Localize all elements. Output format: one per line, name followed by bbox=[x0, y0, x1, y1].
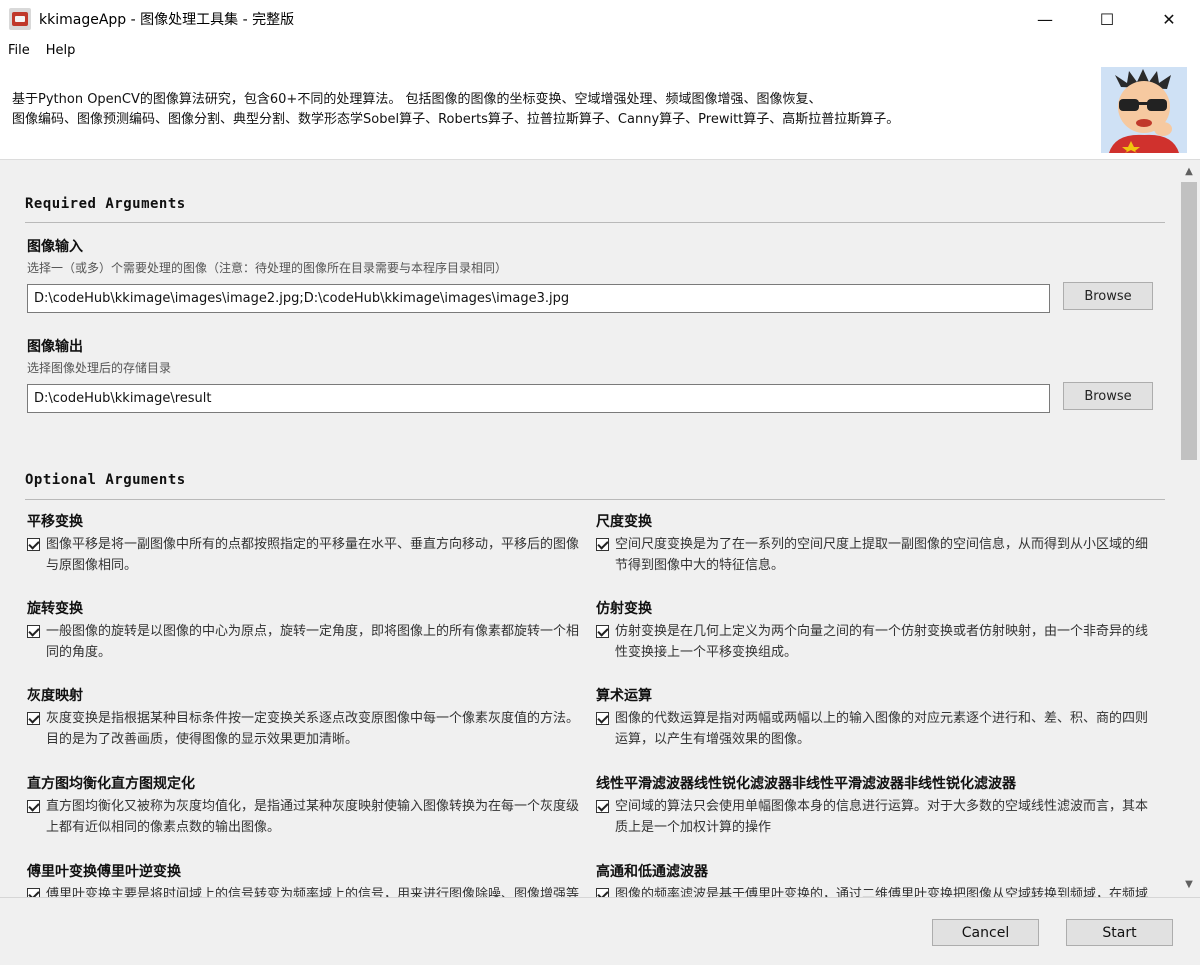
option-histogram: 直方图均衡化直方图规定化 直方图均衡化又被称为灰度均值化，是指通过某种灰度映射使… bbox=[27, 774, 582, 838]
optional-section-title: Optional Arguments bbox=[25, 472, 186, 488]
maximize-icon: ☐ bbox=[1099, 9, 1115, 29]
scroll-down-icon[interactable]: ▼ bbox=[1183, 879, 1195, 891]
app-icon bbox=[9, 8, 31, 30]
maximize-button[interactable]: ☐ bbox=[1076, 0, 1138, 38]
menu-file[interactable]: File bbox=[0, 43, 38, 58]
option-title: 算术运算 bbox=[596, 688, 652, 704]
minimize-button[interactable]: — bbox=[1014, 0, 1076, 38]
scrollbar-thumb[interactable] bbox=[1181, 182, 1197, 460]
option-checkbox[interactable] bbox=[596, 888, 609, 897]
option-description: 傅里叶变换主要是将时间域上的信号转变为频率域上的信号，用来进行图像除噪、图像增强… bbox=[46, 887, 580, 897]
option-rotate: 旋转变换 一般图像的旋转是以图像的中心为原点，旋转一定角度，即将图像上的所有像素… bbox=[27, 599, 582, 663]
option-description: 仿射变换是在几何上定义为两个向量之间的有一个仿射变换或者仿射映射，由一个非奇异的… bbox=[615, 624, 1149, 660]
option-title: 直方图均衡化直方图规定化 bbox=[27, 776, 195, 792]
option-title: 傅里叶变换傅里叶逆变换 bbox=[27, 864, 181, 880]
scroll-up-icon[interactable]: ▲ bbox=[1183, 166, 1195, 178]
option-scale: 尺度变换 空间尺度变换是为了在一系列的空间尺度上提取一副图像的空间信息，从而得到… bbox=[596, 512, 1151, 576]
option-checkbox[interactable] bbox=[27, 888, 40, 897]
option-checkbox[interactable] bbox=[596, 625, 609, 638]
browse-output-button[interactable]: Browse bbox=[1063, 382, 1153, 410]
avatar bbox=[1101, 67, 1187, 153]
option-checkbox[interactable] bbox=[27, 712, 40, 725]
menu-bar: File Help bbox=[0, 38, 1200, 62]
option-description: 一般图像的旋转是以图像的中心为原点，旋转一定角度，即将图像上的所有像素都旋转一个… bbox=[46, 624, 580, 660]
browse-input-button[interactable]: Browse bbox=[1063, 282, 1153, 310]
option-checkbox[interactable] bbox=[596, 538, 609, 551]
required-divider bbox=[25, 222, 1165, 223]
option-checkbox[interactable] bbox=[27, 625, 40, 638]
close-icon: ✕ bbox=[1162, 9, 1176, 29]
option-description: 图像的频率滤波是基于傅里叶变换的，通过二维傅里叶变换把图像从空域转换到频域，在频… bbox=[615, 887, 1149, 897]
footer-bar: Cancel Start bbox=[0, 897, 1200, 965]
image-output-field[interactable] bbox=[27, 384, 1050, 413]
window-title: kkimageApp - 图像处理工具集 - 完整版 bbox=[39, 12, 295, 28]
menu-help[interactable]: Help bbox=[38, 43, 84, 58]
description-line-2: 图像编码、图像预测编码、图像分割、典型分割、数学形态学Sobel算子、Rober… bbox=[12, 112, 900, 127]
window-controls: — ☐ ✕ bbox=[1014, 0, 1200, 38]
form-area: Required Arguments 图像输入 选择一（或多）个需要处理的图像（… bbox=[0, 160, 1200, 897]
input-label: 图像输入 bbox=[27, 239, 83, 255]
option-gray-mapping: 灰度映射 灰度变换是指根据某种目标条件按一定变换关系逐点改变原图像中每一个像素灰… bbox=[27, 686, 582, 750]
input-help: 选择一（或多）个需要处理的图像（注意：待处理的图像所在目录需要与本程序目录相同） bbox=[27, 261, 508, 275]
cancel-button[interactable]: Cancel bbox=[932, 919, 1039, 946]
option-title: 灰度映射 bbox=[27, 688, 83, 704]
output-label: 图像输出 bbox=[27, 339, 83, 355]
header-panel: 基于Python OpenCV的图像算法研究，包含60+不同的处理算法。 包括图… bbox=[0, 62, 1200, 160]
option-title: 线性平滑滤波器线性锐化滤波器非线性平滑滤波器非线性锐化滤波器 bbox=[596, 776, 1016, 792]
vertical-scrollbar[interactable]: ▲ ▼ bbox=[1178, 160, 1200, 897]
option-checkbox[interactable] bbox=[596, 800, 609, 813]
form-content: Required Arguments 图像输入 选择一（或多）个需要处理的图像（… bbox=[0, 160, 1178, 897]
option-translate: 平移变换 图像平移是将一副图像中所有的点都按照指定的平移量在水平、垂直方向移动，… bbox=[27, 512, 582, 576]
app-description: 基于Python OpenCV的图像算法研究，包含60+不同的处理算法。 包括图… bbox=[12, 90, 1072, 130]
required-section-title: Required Arguments bbox=[25, 196, 186, 212]
option-spatial-filters: 线性平滑滤波器线性锐化滤波器非线性平滑滤波器非线性锐化滤波器 空间域的算法只会使… bbox=[596, 774, 1151, 838]
option-description: 灰度变换是指根据某种目标条件按一定变换关系逐点改变原图像中每一个像素灰度值的方法… bbox=[46, 711, 580, 747]
option-frequency-filters: 高通和低通滤波器 图像的频率滤波是基于傅里叶变换的，通过二维傅里叶变换把图像从空… bbox=[596, 862, 1151, 897]
option-fourier: 傅里叶变换傅里叶逆变换 傅里叶变换主要是将时间域上的信号转变为频率域上的信号，用… bbox=[27, 862, 582, 897]
option-description: 空间域的算法只会使用单幅图像本身的信息进行运算。对于大多数的空域线性滤波而言，其… bbox=[615, 799, 1149, 835]
option-description: 空间尺度变换是为了在一系列的空间尺度上提取一副图像的空间信息，从而得到从小区域的… bbox=[615, 537, 1149, 573]
option-description: 图像的代数运算是指对两幅或两幅以上的输入图像的对应元素逐个进行和、差、积、商的四… bbox=[615, 711, 1149, 747]
start-button[interactable]: Start bbox=[1066, 919, 1173, 946]
cartoon-face-icon bbox=[1101, 67, 1187, 153]
option-title: 高通和低通滤波器 bbox=[596, 864, 708, 880]
minimize-icon: — bbox=[1037, 9, 1053, 29]
option-checkbox[interactable] bbox=[596, 712, 609, 725]
option-title: 仿射变换 bbox=[596, 601, 652, 617]
option-checkbox[interactable] bbox=[27, 800, 40, 813]
option-description: 直方图均衡化又被称为灰度均值化，是指通过某种灰度映射使输入图像转换为在每一个灰度… bbox=[46, 799, 580, 835]
close-button[interactable]: ✕ bbox=[1138, 0, 1200, 38]
image-input-field[interactable] bbox=[27, 284, 1050, 313]
option-checkbox[interactable] bbox=[27, 538, 40, 551]
option-title: 平移变换 bbox=[27, 514, 83, 530]
option-description: 图像平移是将一副图像中所有的点都按照指定的平移量在水平、垂直方向移动，平移后的图… bbox=[46, 537, 580, 573]
output-help: 选择图像处理后的存储目录 bbox=[27, 361, 172, 375]
description-line-1: 基于Python OpenCV的图像算法研究，包含60+不同的处理算法。 包括图… bbox=[12, 92, 822, 107]
option-title: 旋转变换 bbox=[27, 601, 83, 617]
optional-divider bbox=[25, 499, 1165, 500]
option-affine: 仿射变换 仿射变换是在几何上定义为两个向量之间的有一个仿射变换或者仿射映射，由一… bbox=[596, 599, 1151, 663]
option-arithmetic: 算术运算 图像的代数运算是指对两幅或两幅以上的输入图像的对应元素逐个进行和、差、… bbox=[596, 686, 1151, 750]
option-title: 尺度变换 bbox=[596, 514, 652, 530]
title-bar: kkimageApp - 图像处理工具集 - 完整版 — ☐ ✕ bbox=[0, 0, 1200, 38]
